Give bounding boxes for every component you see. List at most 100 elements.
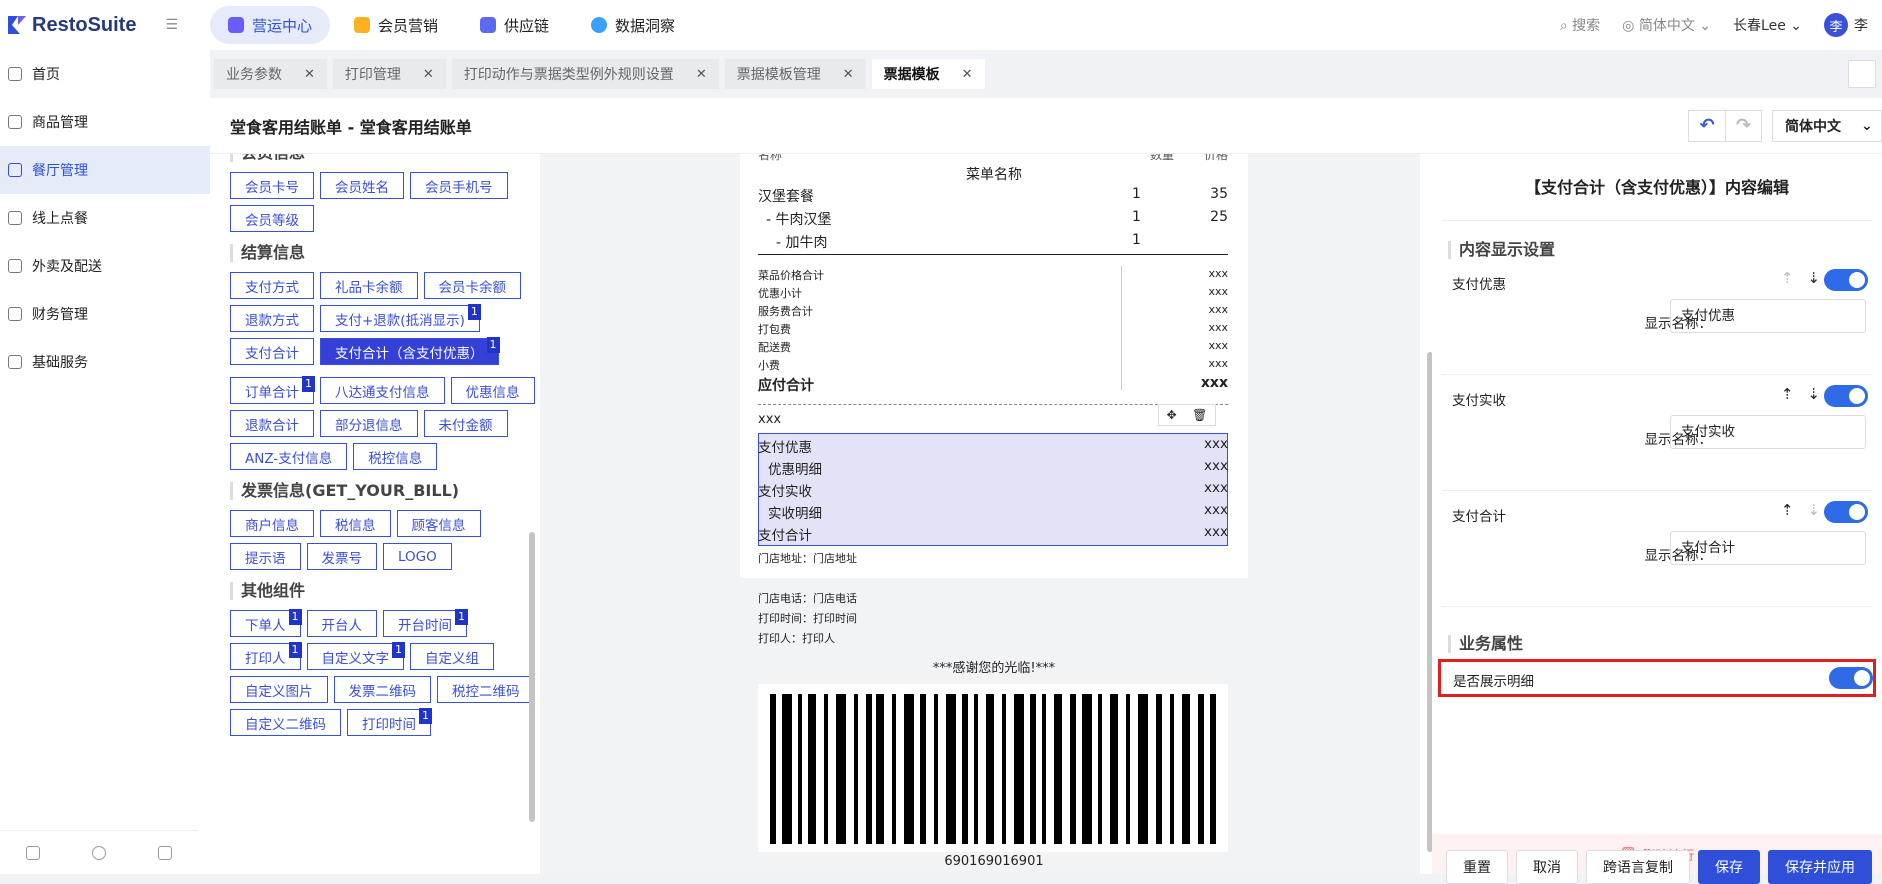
component-button[interactable]: 商户信息 <box>230 510 314 537</box>
total-row[interactable]: 优惠小计 xxx <box>758 285 1228 301</box>
component-button[interactable]: 提示语 <box>230 543 301 570</box>
tab-business-params[interactable]: 业务参数 ✕ <box>214 59 327 89</box>
component-button[interactable]: 会员等级 <box>230 205 314 232</box>
save-apply-button[interactable]: 保存并应用 <box>1768 850 1872 884</box>
component-button[interactable]: 税控二维码 <box>437 676 535 703</box>
biz-toggle[interactable] <box>1829 667 1873 689</box>
total-row[interactable]: 打包费 xxx <box>758 321 1228 337</box>
due-row[interactable]: 应付合计 xxx <box>758 375 1228 395</box>
scroll-thumb[interactable] <box>529 532 535 822</box>
component-button[interactable]: 会员手机号 <box>410 172 508 199</box>
sidebar-item-online-order[interactable]: 线上点餐 <box>0 194 210 242</box>
component-button[interactable]: ANZ-支付信息 <box>230 443 348 470</box>
sidebar-item-home[interactable]: 首页 <box>0 50 210 98</box>
component-button[interactable]: 顾客信息 <box>396 510 481 537</box>
store-row[interactable]: 门店电话：门店电话 <box>758 590 857 606</box>
component-button[interactable]: 八达通支付信息 <box>320 377 445 404</box>
pay-row[interactable]: 支付合计 xxx <box>758 524 1228 544</box>
search-button[interactable]: ⌕ 搜索 <box>1560 15 1600 35</box>
store-row[interactable]: 打印时间：打印时间 <box>758 610 857 626</box>
component-button[interactable]: 会员姓名 <box>320 172 404 199</box>
message-icon[interactable] <box>158 845 172 860</box>
topnav-member[interactable]: 会员营销 <box>336 6 456 44</box>
close-icon[interactable]: ✕ <box>843 67 854 82</box>
total-row[interactable]: 配送费 xxx <box>758 339 1228 355</box>
receipt-item[interactable]: - 加牛肉 1 <box>758 232 1228 252</box>
component-button[interactable]: 支付合计 <box>230 338 314 365</box>
receipt-item[interactable]: 汉堡套餐 1 35 <box>758 186 1228 206</box>
component-button[interactable]: 支付+退款(抵消显示) 1 <box>320 304 481 332</box>
component-button[interactable]: 支付方式 <box>230 272 314 299</box>
user-menu[interactable]: 长春Lee ⌄ <box>1733 15 1802 35</box>
component-button[interactable]: 开台人 <box>306 610 377 637</box>
receipt-item[interactable]: - 牛肉汉堡 1 25 <box>758 209 1228 229</box>
component-button[interactable]: 下单人 1 <box>230 609 302 637</box>
download-icon[interactable] <box>26 845 40 860</box>
component-button[interactable]: 税控信息 <box>353 443 438 470</box>
component-button-active[interactable]: 支付合计（含支付优惠） 1 <box>320 337 500 365</box>
language-select[interactable]: ◎ 简体中文 ⌄ <box>1622 15 1711 35</box>
close-icon[interactable]: ✕ <box>423 67 434 82</box>
move-up-icon[interactable]: ⇡ <box>1781 385 1794 403</box>
component-button[interactable]: 礼品卡余额 <box>320 272 418 299</box>
component-button[interactable]: 税信息 <box>320 510 391 537</box>
barcode[interactable] <box>758 684 1228 852</box>
component-button[interactable]: 会员卡余额 <box>423 272 521 299</box>
display-name-input[interactable]: 支付合计 <box>1670 531 1866 565</box>
pay-row[interactable]: 优惠明细 xxx <box>758 458 1228 478</box>
field-toggle[interactable] <box>1824 501 1868 523</box>
move-icon[interactable]: ✥ <box>1167 408 1177 422</box>
tab-print-rules[interactable]: 打印动作与票据类型例外规则设置 ✕ <box>451 59 719 89</box>
redo-icon[interactable]: ↷ <box>1725 110 1761 141</box>
close-icon[interactable]: ✕ <box>962 67 973 82</box>
save-button[interactable]: 保存 <box>1698 850 1760 884</box>
component-button[interactable]: 未付金额 <box>423 410 508 437</box>
field-toggle[interactable] <box>1824 269 1868 291</box>
trash-icon[interactable]: 🗑 <box>1192 408 1207 422</box>
sidebar-item-restaurant[interactable]: 餐厅管理 <box>0 146 210 194</box>
component-button[interactable]: 退款方式 <box>230 305 314 332</box>
help-icon[interactable] <box>92 845 106 860</box>
component-button[interactable]: 退款合计 <box>230 410 314 437</box>
display-name-input[interactable]: 支付优惠 <box>1670 299 1866 333</box>
sidebar-item-finance[interactable]: 财务管理 <box>0 290 210 338</box>
topnav-supply[interactable]: 供应链 <box>462 6 567 44</box>
component-button[interactable]: 发票号 <box>306 543 377 570</box>
component-button[interactable]: 自定义组 <box>410 643 494 670</box>
avatar-menu[interactable]: 李李 <box>1824 13 1868 37</box>
move-up-icon[interactable]: ⇡ <box>1781 269 1794 287</box>
component-scrollbar[interactable] <box>528 156 536 858</box>
template-language-select[interactable]: 简体中文 ⌄ <box>1772 109 1882 142</box>
component-button[interactable]: 开台时间 1 <box>383 609 468 637</box>
reset-button[interactable]: 重置 <box>1446 850 1508 884</box>
component-button[interactable]: 优惠信息 <box>450 377 535 404</box>
total-row[interactable]: 服务费合计 xxx <box>758 303 1228 319</box>
component-button[interactable]: 会员卡号 <box>230 172 314 199</box>
sidebar-item-delivery[interactable]: 外卖及配送 <box>0 242 210 290</box>
tab-template-management[interactable]: 票据模板管理 ✕ <box>724 59 866 89</box>
field-toggle[interactable] <box>1824 385 1868 407</box>
display-name-input[interactable]: 支付实收 <box>1670 415 1866 449</box>
collapse-menu-icon[interactable]: ☰ <box>165 17 178 33</box>
move-up-icon[interactable]: ⇡ <box>1781 501 1794 519</box>
component-button[interactable]: 自定义图片 <box>230 676 328 703</box>
tab-template[interactable]: 票据模板 ✕ <box>871 59 985 89</box>
component-button[interactable]: 自定义二维码 <box>230 709 341 736</box>
brand[interactable]: RestoSuite ☰ <box>0 14 186 37</box>
component-button[interactable]: 自定义文字 1 <box>306 642 405 670</box>
store-row[interactable]: 打印人：打印人 <box>758 630 835 646</box>
undo-icon[interactable]: ↶ <box>1689 111 1725 141</box>
component-button[interactable]: 发票二维码 <box>333 676 431 703</box>
total-row[interactable]: 小费 xxx <box>758 357 1228 373</box>
component-button[interactable]: 打印人 1 <box>230 642 302 670</box>
copy-language-button[interactable]: 跨语言复制 <box>1586 850 1690 884</box>
move-down-icon[interactable]: ⇣ <box>1807 269 1820 287</box>
sidebar-item-products[interactable]: 商品管理 <box>0 98 210 146</box>
move-down-icon[interactable]: ⇣ <box>1807 501 1820 519</box>
pay-row[interactable]: 实收明细 xxx <box>758 502 1228 522</box>
component-button[interactable]: 订单合计 1 <box>230 376 315 404</box>
total-row[interactable]: 菜品价格合计 xxx <box>758 267 1228 283</box>
sidebar-item-basic[interactable]: 基础服务 <box>0 338 210 386</box>
component-button[interactable]: 打印时间 1 <box>347 708 432 736</box>
thanks-text[interactable]: ***感谢您的光临!*** <box>740 657 1248 676</box>
